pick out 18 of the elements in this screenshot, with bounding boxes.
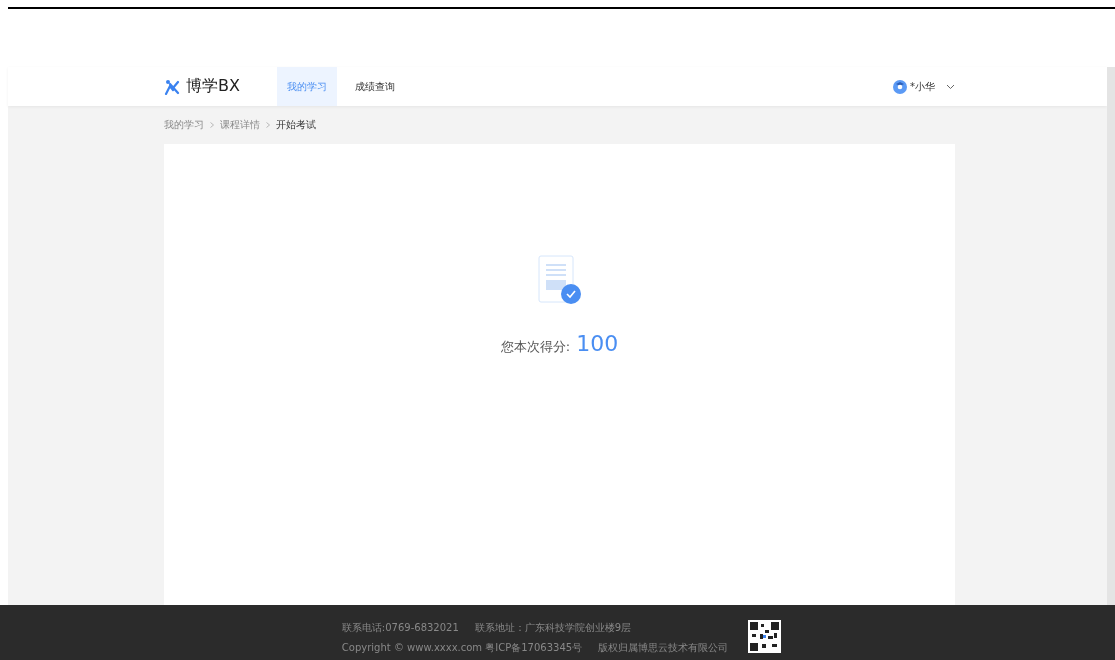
copyright-text: Copyright © www.xxxx.com 粤ICP备17063345号 — [341, 642, 583, 654]
score-value: 100 — [576, 331, 619, 356]
document-check-icon — [537, 255, 582, 305]
chevron-down-icon — [946, 83, 955, 90]
phone-text: 联系电话:0769-6832021 — [341, 622, 459, 634]
avatar-icon — [893, 79, 907, 94]
qr-code-icon — [748, 620, 782, 653]
chevron-right-icon — [210, 122, 214, 128]
score-label: 您本次得分: — [500, 338, 571, 356]
scrollbar[interactable] — [1107, 67, 1115, 605]
user-menu[interactable]: *小华 — [893, 79, 955, 94]
logo-text: 博学BX — [186, 76, 240, 97]
runner-logo-icon — [164, 78, 180, 95]
address-text: 联系地址：广东科技学院创业楼9层 — [474, 622, 632, 634]
chevron-right-icon — [266, 122, 270, 128]
breadcrumb-link[interactable]: 开始考试 — [276, 118, 316, 132]
nav-tab[interactable]: 成绩查询 — [345, 67, 405, 106]
rights-text: 版权归属博思云技术有限公司 — [598, 642, 729, 654]
